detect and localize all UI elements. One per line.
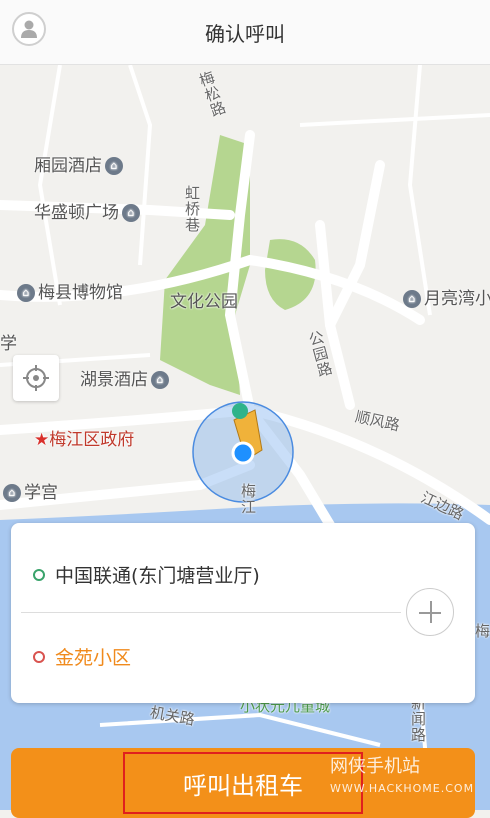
hotel-icon: ⌂ (105, 157, 123, 175)
add-waypoint-button[interactable] (406, 588, 454, 636)
poi-park[interactable]: 文化公园 (170, 287, 238, 312)
locate-crosshair-icon (23, 365, 49, 391)
poi-lake-hotel[interactable]: 湖景酒店 ⌂ (80, 365, 172, 390)
road-meijiang: 梅江 (239, 483, 257, 515)
museum-icon: ⌂ (17, 284, 35, 302)
poi-museum[interactable]: ⌂ 梅县博物馆 (14, 278, 123, 303)
destination-text: 金苑小区 (55, 647, 132, 669)
origin-dot-icon (33, 569, 45, 581)
poi-xuegong[interactable]: ⌂ 学宫 (0, 478, 58, 503)
landmark-icon: ⌂ (403, 290, 421, 308)
poi-school[interactable]: 学 (0, 329, 17, 354)
road-mei-right: 梅 (475, 622, 490, 640)
origin-text: 中国联通(东门塘营业厅) (55, 565, 260, 587)
road-hongqiao: 虹桥巷 (183, 185, 201, 233)
landmark-icon: ⌂ (122, 204, 140, 222)
destination-row[interactable]: 金苑小区 (11, 625, 391, 685)
museum-icon: ⌂ (3, 484, 21, 502)
destination-dot-icon (33, 651, 45, 663)
highlight-box (123, 752, 363, 814)
page-title: 确认呼叫 (205, 22, 285, 46)
hotel-icon: ⌂ (151, 371, 169, 389)
poi-hotel[interactable]: 厢园酒店 ⌂ (34, 151, 126, 176)
route-card: 中国联通(东门塘营业厅) 金苑小区 (11, 523, 475, 703)
header-bar: 确认呼叫 (0, 0, 490, 65)
watermark: 网侠手机站 WWW.HACKHOME.COM (330, 756, 475, 795)
poi-plaza[interactable]: 华盛顿广场 ⌂ (34, 198, 143, 223)
divider (21, 612, 401, 613)
government-star-icon: ★ (34, 430, 50, 450)
origin-row[interactable]: 中国联通(东门塘营业厅) (11, 543, 391, 603)
poi-moon-bay[interactable]: ⌂ 月亮湾小 (400, 284, 490, 309)
locate-button[interactable] (13, 355, 59, 401)
poi-government[interactable]: ★梅江区政府 (34, 425, 134, 450)
